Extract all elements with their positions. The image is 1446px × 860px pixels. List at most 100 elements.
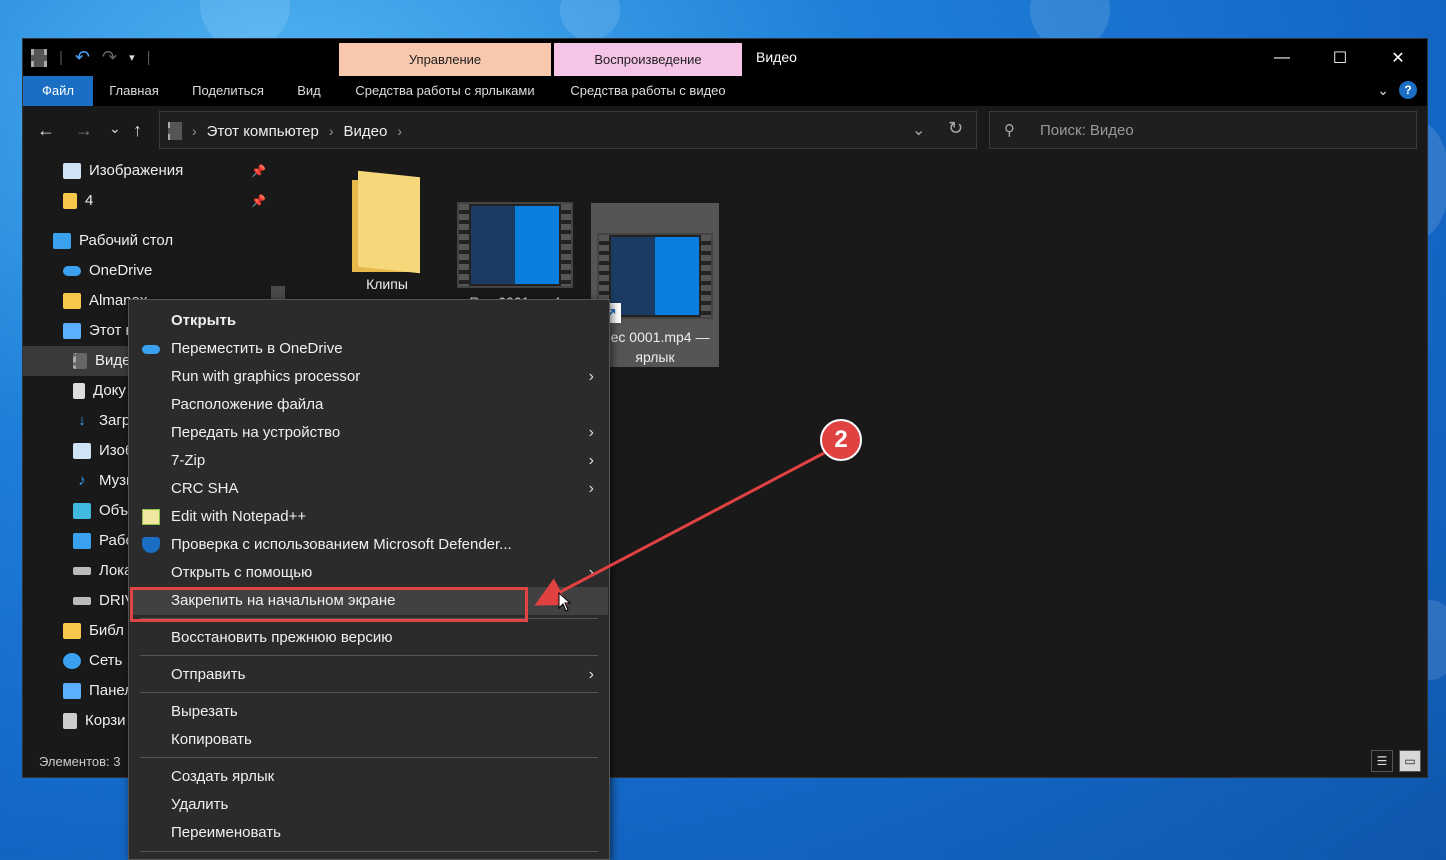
- recent-locations-button[interactable]: ⌄: [109, 120, 121, 137]
- chevron-right-icon[interactable]: ›: [329, 123, 334, 139]
- pictures-icon: [63, 163, 81, 180]
- large-icons-view-icon[interactable]: ▭: [1399, 750, 1421, 772]
- tab-video-tools[interactable]: Средства работы с видео: [554, 76, 742, 106]
- file-name: Клипы: [366, 276, 408, 292]
- recycle-bin-icon: [63, 713, 77, 730]
- videos-icon: [73, 353, 87, 370]
- up-button[interactable]: ↑: [133, 120, 142, 141]
- address-field[interactable]: › Этот компьютер › Видео › ⌄ ↻: [159, 111, 977, 149]
- filmstrip-left: [459, 204, 469, 286]
- menu-item-copy[interactable]: Копировать: [130, 726, 608, 754]
- thumbnail-screen: [611, 237, 699, 315]
- sidebar-item-label: Рабочий стол: [79, 232, 174, 249]
- menu-item-delete[interactable]: Удалить: [130, 791, 608, 819]
- tab-file[interactable]: Файл: [23, 76, 93, 106]
- menu-item-7zip[interactable]: 7-Zip ›: [130, 447, 608, 475]
- notepad-icon: [142, 509, 160, 525]
- sidebar-item-label: Корзи: [85, 712, 126, 729]
- sidebar-item-label: Этот к: [89, 322, 133, 339]
- network-icon: [63, 653, 81, 670]
- details-view-icon[interactable]: ☰: [1371, 750, 1393, 772]
- help-icon[interactable]: ?: [1399, 81, 1417, 99]
- separator: |: [146, 49, 151, 66]
- refresh-icon[interactable]: ↻: [948, 118, 963, 139]
- filmstrip-right: [561, 204, 571, 286]
- menu-item-move-to-onedrive[interactable]: Переместить в OneDrive: [130, 335, 608, 363]
- sidebar-item-label: Загр: [99, 412, 131, 429]
- tab-view[interactable]: Вид: [285, 76, 333, 106]
- 3d-objects-icon: [73, 503, 91, 520]
- breadcrumb: › Этот компьютер › Видео ›: [168, 122, 402, 140]
- sidebar-item-label: Виде: [95, 352, 131, 369]
- file-name: Rec 0001.mp4 — ярлык: [600, 329, 710, 365]
- menu-item-cut[interactable]: Вырезать: [130, 698, 608, 726]
- defender-shield-icon: [142, 537, 160, 553]
- forward-button[interactable]: →: [75, 120, 93, 141]
- chevron-right-icon[interactable]: ›: [192, 123, 197, 139]
- file-item-shortcut[interactable]: ↗ Rec 0001.mp4 — ярлык: [591, 203, 719, 367]
- sidebar-item-desktop[interactable]: Рабочий стол: [53, 226, 263, 256]
- address-toolbar: ← → ⌄ ↑ › Этот компьютер › Видео › ⌄ ↻ ⚲…: [23, 106, 1427, 154]
- sidebar-item-pictures[interactable]: Изображения: [63, 156, 263, 186]
- search-icon: ⚲: [1004, 122, 1015, 139]
- undo-icon[interactable]: ↶: [75, 47, 90, 68]
- libraries-icon: [63, 623, 81, 640]
- menu-item-run-with-gpu[interactable]: Run with graphics processor ›: [130, 363, 608, 391]
- chevron-right-icon[interactable]: ›: [397, 123, 402, 139]
- video-thumbnail: ↗: [597, 233, 713, 323]
- file-item-video[interactable]: Rec 0001.mp4: [451, 202, 579, 310]
- film-icon[interactable]: [31, 48, 47, 67]
- close-button[interactable]: ✕: [1369, 39, 1427, 76]
- menu-item-rename[interactable]: Переименовать: [130, 819, 608, 847]
- sidebar-item-onedrive[interactable]: OneDrive: [63, 256, 263, 286]
- drive-icon: [73, 567, 91, 576]
- sidebar-item-label: Панел: [89, 682, 134, 699]
- computer-icon: [63, 323, 81, 340]
- menu-item-cast-to-device[interactable]: Передать на устройство ›: [130, 419, 608, 447]
- file-item-folder[interactable]: Клипы: [323, 170, 451, 292]
- menu-item-open-with[interactable]: Открыть с помощью ›: [130, 559, 608, 587]
- wallpaper-bokeh: [560, 0, 620, 40]
- dropdown-icon[interactable]: ▾: [129, 51, 135, 64]
- quick-access-toolbar: | ↶ ↷ ▾ |: [31, 47, 151, 68]
- search-placeholder: Поиск: Видео: [1040, 122, 1134, 139]
- ribbon-right-controls: ⌄ ?: [1377, 81, 1417, 99]
- downloads-icon: ↓: [78, 412, 86, 430]
- menu-separator: [140, 851, 598, 852]
- menu-item-edit-notepad[interactable]: Edit with Notepad++: [130, 503, 608, 531]
- menu-item-send-to[interactable]: Отправить ›: [130, 661, 608, 689]
- breadcrumb-this-pc[interactable]: Этот компьютер: [207, 123, 319, 140]
- window-title: Видео: [756, 49, 797, 65]
- pin-icon[interactable]: 📌: [251, 164, 266, 178]
- minimize-button[interactable]: —: [1253, 39, 1311, 76]
- menu-separator: [140, 757, 598, 758]
- item-count: Элементов: 3: [39, 754, 121, 769]
- menu-item-crc-sha[interactable]: CRC SHA ›: [130, 475, 608, 503]
- breadcrumb-videos[interactable]: Видео: [344, 123, 388, 140]
- sidebar-item-label: Доку: [93, 382, 126, 399]
- redo-icon[interactable]: ↷: [102, 47, 117, 68]
- tab-shortcut-tools[interactable]: Средства работы с ярлыками: [339, 76, 551, 106]
- sidebar-item-label: Библ: [89, 622, 124, 639]
- menu-item-restore-previous[interactable]: Восстановить прежнюю версию: [130, 624, 608, 652]
- maximize-button[interactable]: ☐: [1311, 39, 1369, 76]
- menu-item-defender-scan[interactable]: Проверка с использованием Microsoft Defe…: [130, 531, 608, 559]
- context-tab-play: Воспроизведение: [554, 43, 742, 76]
- menu-item-open[interactable]: Открыть: [130, 307, 608, 335]
- music-icon: ♪: [78, 472, 86, 490]
- menu-item-create-shortcut[interactable]: Создать ярлык: [130, 763, 608, 791]
- sidebar-item-4[interactable]: 4: [63, 186, 263, 216]
- search-input[interactable]: ⚲ Поиск: Видео: [989, 111, 1417, 149]
- expand-ribbon-icon[interactable]: ⌄: [1377, 82, 1389, 99]
- desktop-icon: [73, 533, 91, 550]
- address-dropdown-icon[interactable]: ⌄: [912, 120, 925, 140]
- onedrive-icon: [142, 345, 160, 354]
- highlight-box: [130, 587, 528, 622]
- pin-icon[interactable]: 📌: [251, 194, 266, 208]
- back-button[interactable]: ←: [37, 120, 55, 141]
- menu-item-file-location[interactable]: Расположение файла: [130, 391, 608, 419]
- separator: |: [59, 49, 63, 66]
- tab-share[interactable]: Поделиться: [179, 76, 277, 106]
- tab-home[interactable]: Главная: [97, 76, 171, 106]
- context-menu: Открыть Переместить в OneDrive Run with …: [128, 299, 610, 860]
